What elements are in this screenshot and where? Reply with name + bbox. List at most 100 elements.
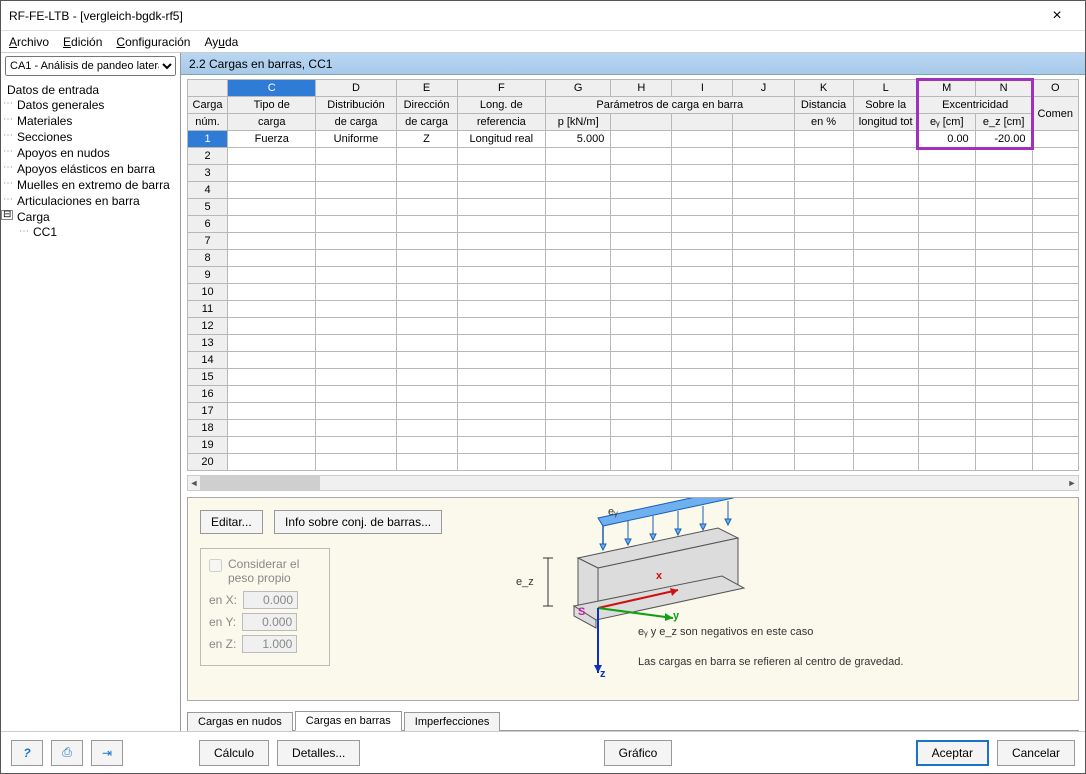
menu-archivo[interactable]: Archivo: [9, 35, 49, 49]
col-header[interactable]: M: [918, 80, 975, 97]
scroll-left-icon[interactable]: ◄: [188, 476, 200, 490]
table-row[interactable]: 2: [188, 148, 1079, 165]
tab-cargas-nudos[interactable]: Cargas en nudos: [187, 712, 293, 731]
row-number[interactable]: 20: [188, 454, 228, 471]
menu-edicion[interactable]: Edición: [63, 35, 102, 49]
col-header[interactable]: F: [457, 80, 545, 97]
col-label: referencia: [457, 114, 545, 131]
export-button[interactable]: ⎙: [51, 740, 83, 766]
col-header[interactable]: L: [853, 80, 918, 97]
tree-root[interactable]: Datos de entrada: [3, 83, 178, 97]
col-header[interactable]: K: [794, 80, 853, 97]
enx-field: [243, 591, 298, 609]
table-row[interactable]: 14: [188, 352, 1079, 369]
row-number[interactable]: 5: [188, 199, 228, 216]
row-number[interactable]: 11: [188, 301, 228, 318]
col-label: Carga: [188, 97, 228, 114]
row-number[interactable]: 14: [188, 352, 228, 369]
col-label: en %: [794, 114, 853, 131]
row-number[interactable]: 18: [188, 420, 228, 437]
titlebar: RF-FE-LTB - [vergleich-bgdk-rf5] ×: [1, 1, 1085, 31]
table-row[interactable]: 6: [188, 216, 1079, 233]
table-row[interactable]: 10: [188, 284, 1079, 301]
table-row[interactable]: 17: [188, 403, 1079, 420]
col-header[interactable]: I: [672, 80, 733, 97]
table-row[interactable]: 4: [188, 182, 1079, 199]
diagram-panel: eᵧ e_z x y z S eᵧ y e_z son negativos en…: [508, 498, 1078, 700]
table-row[interactable]: 9: [188, 267, 1079, 284]
table-row[interactable]: 16: [188, 386, 1079, 403]
col-label: de carga: [396, 114, 457, 131]
tabstrip: Cargas en nudos Cargas en barras Imperfe…: [181, 706, 1085, 730]
row-number[interactable]: 9: [188, 267, 228, 284]
cancelar-button[interactable]: Cancelar: [997, 740, 1075, 766]
tree-item-carga[interactable]: Carga: [3, 209, 178, 225]
help-button[interactable]: ?: [11, 740, 43, 766]
col-header[interactable]: N: [975, 80, 1032, 97]
data-grid[interactable]: C D E F G H I J K L M N O: [187, 79, 1079, 471]
tree-item[interactable]: Materiales: [3, 113, 178, 129]
editar-button[interactable]: Editar...: [200, 510, 263, 534]
row-number[interactable]: 1: [188, 131, 228, 148]
tab-cargas-barras[interactable]: Cargas en barras: [295, 711, 402, 731]
info-button[interactable]: Info sobre conj. de barras...: [274, 510, 442, 534]
row-number[interactable]: 7: [188, 233, 228, 250]
scroll-thumb[interactable]: [200, 476, 320, 490]
table-row[interactable]: 7: [188, 233, 1079, 250]
tree-item[interactable]: Datos generales: [3, 97, 178, 113]
section-header: 2.2 Cargas en barras, CC1: [181, 53, 1085, 75]
label-ez: e_z: [516, 576, 534, 588]
tree-item[interactable]: Apoyos elásticos en barra: [3, 161, 178, 177]
row-number[interactable]: 17: [188, 403, 228, 420]
aceptar-button[interactable]: Aceptar: [916, 740, 989, 766]
detalles-button[interactable]: Detalles...: [277, 740, 360, 766]
col-header[interactable]: O: [1032, 80, 1078, 97]
case-selector[interactable]: CA1 - Análisis de pandeo latera: [5, 56, 176, 76]
table-row[interactable]: 11: [188, 301, 1079, 318]
grafico-button[interactable]: Gráfico: [604, 740, 673, 766]
row-number[interactable]: 4: [188, 182, 228, 199]
tree-item[interactable]: Articulaciones en barra: [3, 193, 178, 209]
table-row[interactable]: 15: [188, 369, 1079, 386]
tree-item[interactable]: Muelles en extremo de barra: [3, 177, 178, 193]
table-row[interactable]: 19: [188, 437, 1079, 454]
window-title: RF-FE-LTB - [vergleich-bgdk-rf5]: [9, 9, 1037, 23]
table-row[interactable]: 12: [188, 318, 1079, 335]
row-number[interactable]: 12: [188, 318, 228, 335]
table-row[interactable]: 20: [188, 454, 1079, 471]
considerar-checkbox[interactable]: [209, 559, 222, 572]
menu-ayuda[interactable]: Ayuda: [204, 35, 238, 49]
tab-imperfecciones[interactable]: Imperfecciones: [404, 712, 501, 731]
close-icon[interactable]: ×: [1037, 7, 1077, 25]
tree-item[interactable]: Apoyos en nudos: [3, 145, 178, 161]
row-number[interactable]: 13: [188, 335, 228, 352]
col-header[interactable]: D: [316, 80, 396, 97]
help-icon: ?: [23, 746, 30, 760]
col-header[interactable]: G: [546, 80, 611, 97]
table-row[interactable]: 3: [188, 165, 1079, 182]
row-number[interactable]: 10: [188, 284, 228, 301]
col-header[interactable]: H: [611, 80, 672, 97]
horizontal-scrollbar[interactable]: ◄ ►: [187, 475, 1079, 491]
col-header[interactable]: E: [396, 80, 457, 97]
col-header[interactable]: J: [733, 80, 794, 97]
row-number[interactable]: 6: [188, 216, 228, 233]
calculo-button[interactable]: Cálculo: [199, 740, 269, 766]
table-row[interactable]: 5: [188, 199, 1079, 216]
table-row[interactable]: 1 Fuerza Uniforme Z Longitud real 5.000 …: [188, 131, 1079, 148]
row-number[interactable]: 16: [188, 386, 228, 403]
col-header[interactable]: C: [228, 80, 316, 97]
scroll-right-icon[interactable]: ►: [1066, 476, 1078, 490]
row-number[interactable]: 2: [188, 148, 228, 165]
table-row[interactable]: 8: [188, 250, 1079, 267]
menu-config[interactable]: Configuración: [116, 35, 190, 49]
row-number[interactable]: 15: [188, 369, 228, 386]
import-button[interactable]: ⇥: [91, 740, 123, 766]
row-number[interactable]: 3: [188, 165, 228, 182]
tree-item[interactable]: Secciones: [3, 129, 178, 145]
row-number[interactable]: 8: [188, 250, 228, 267]
row-number[interactable]: 19: [188, 437, 228, 454]
table-row[interactable]: 13: [188, 335, 1079, 352]
tree-item-cc1[interactable]: CC1: [3, 225, 178, 239]
table-row[interactable]: 18: [188, 420, 1079, 437]
